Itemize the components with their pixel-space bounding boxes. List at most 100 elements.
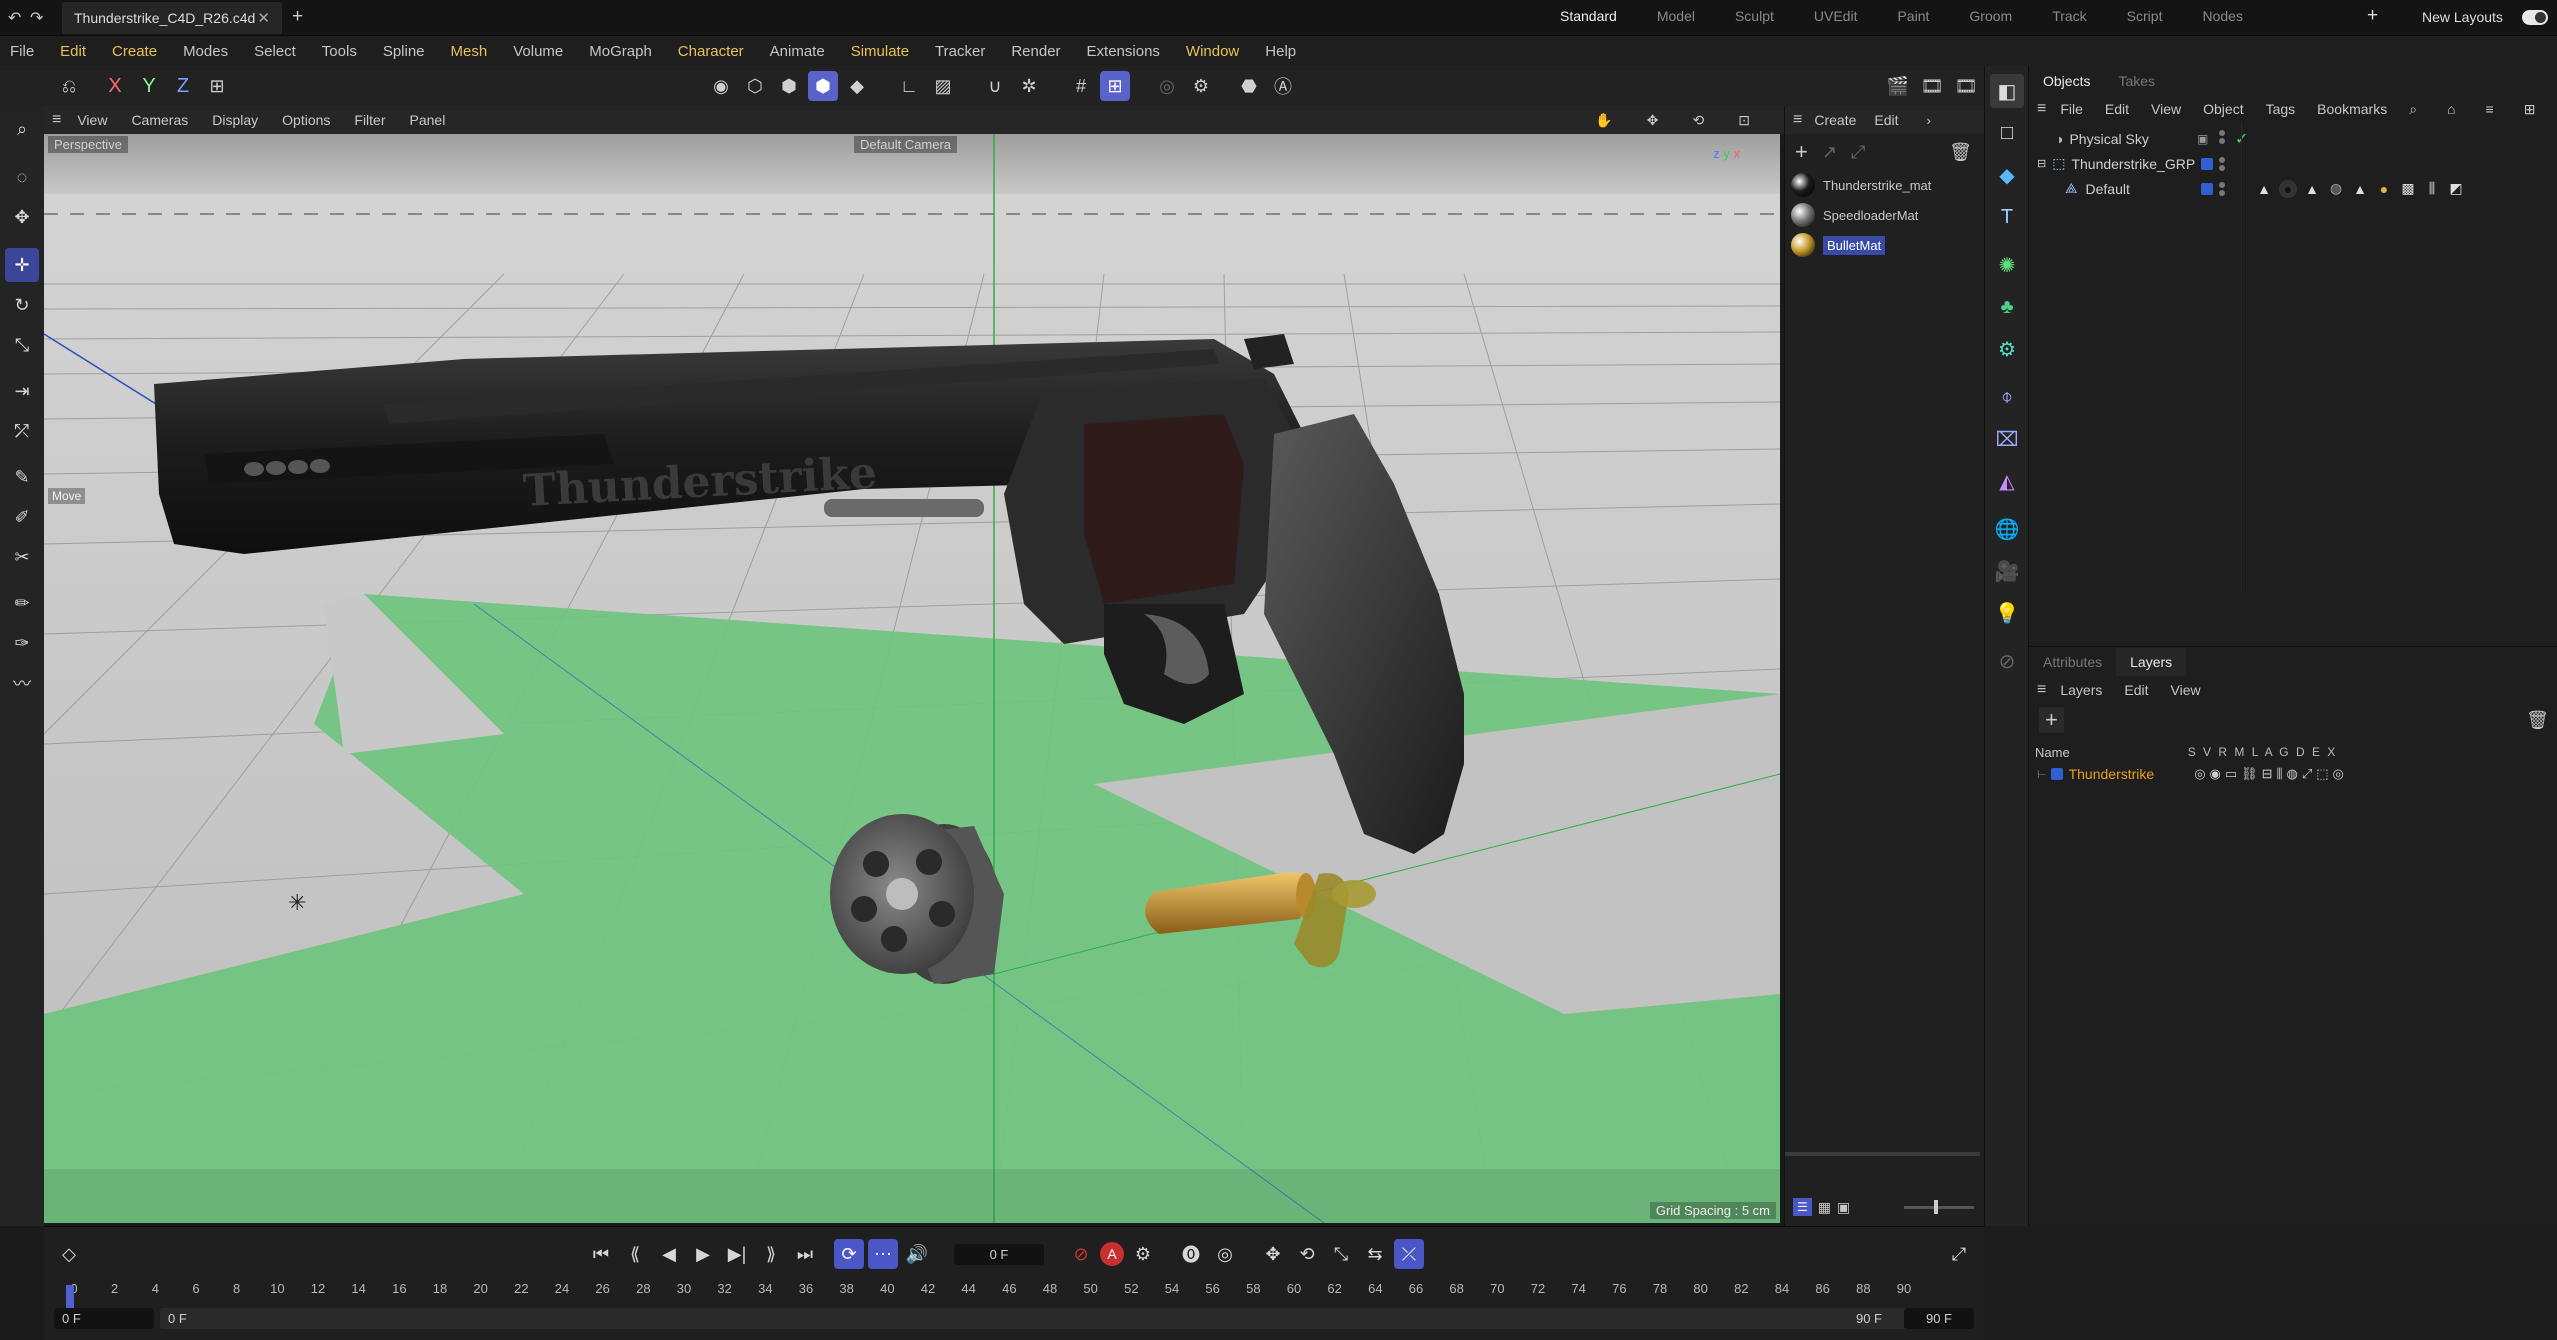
phong-tag-icon[interactable]: ▲ [2255, 180, 2273, 198]
mograph-fields-icon[interactable]: ♣ [1990, 290, 2024, 324]
rotate-tool-icon[interactable]: ↻ [5, 288, 39, 322]
menu-modes[interactable]: Modes [183, 43, 228, 60]
new-window-icon[interactable]: ⊞ [2524, 101, 2536, 118]
object-menu-file[interactable]: File [2060, 101, 2083, 117]
layer-row[interactable]: ⊢ Thunderstrike ◎◉▭⛓⊟⫼◍⤢⬚◎ [2029, 763, 2557, 785]
axis-x-button[interactable]: X [100, 71, 130, 101]
filter-icon[interactable]: ≡ [2486, 101, 2494, 117]
tab-takes[interactable]: Takes [2104, 67, 2169, 95]
layout-tab-paint[interactable]: Paint [1897, 8, 1929, 24]
menu-help[interactable]: Help [1265, 43, 1296, 60]
material-item[interactable]: Thunderstrike_mat [1785, 170, 1984, 200]
new-tab-button[interactable]: + [292, 6, 303, 28]
pan-view-icon[interactable]: ✋ [1595, 112, 1612, 129]
layer-flag-icons[interactable]: ◎◉▭⛓⊟⫼◍⤢⬚◎ [2194, 766, 2348, 782]
layout-tab-script[interactable]: Script [2127, 8, 2163, 24]
preview-range-bar[interactable]: 0 F 90 F [160, 1307, 1930, 1329]
polygon-selection-tag-icon[interactable]: ◩ [2447, 180, 2465, 198]
home-icon[interactable]: ⌂ [2447, 101, 2455, 117]
viewport-menu-panel[interactable]: Panel [410, 112, 446, 128]
null-object-icon[interactable]: □ [1990, 116, 2024, 150]
layer-menu-layers[interactable]: Layers [2060, 682, 2102, 698]
layout-tab-model[interactable]: Model [1657, 8, 1695, 24]
menu-select[interactable]: Select [254, 43, 296, 60]
material-item[interactable]: SpeedloaderMat [1785, 200, 1984, 230]
current-frame-field[interactable]: 0 F [954, 1243, 1044, 1265]
layer-toggle-icon[interactable]: ▣ [2197, 132, 2208, 146]
layer-menu-edit[interactable]: Edit [2124, 682, 2148, 698]
parameter-key-icon[interactable]: ⇆ [1360, 1239, 1390, 1269]
layer-color-swatch[interactable] [2201, 182, 2213, 195]
camera-object-icon[interactable]: 🎥 [1990, 554, 2024, 588]
layout-tab-groom[interactable]: Groom [1969, 8, 2012, 24]
menu-mesh[interactable]: Mesh [451, 43, 488, 60]
spline-object-icon[interactable]: ⌧ [1990, 422, 2024, 456]
viewport-menu-cameras[interactable]: Cameras [131, 112, 188, 128]
grid-view-icon[interactable]: ▦ [1818, 1199, 1831, 1216]
object-menu-icon[interactable]: ≡ [2037, 100, 2046, 118]
object-menu-object[interactable]: Object [2203, 101, 2243, 117]
redo-icon[interactable]: ↷ [30, 8, 43, 28]
grid-icon[interactable]: # [1066, 71, 1096, 101]
phong-tag-icon[interactable]: ▲ [2303, 180, 2321, 198]
object-row[interactable]: ◑ Physical Sky ▣ ✓ [2029, 126, 2557, 151]
material-tag-icon[interactable]: ◍ [2327, 180, 2345, 198]
delete-layer-icon[interactable]: 🗑 [2526, 710, 2549, 731]
snap-transform-icon[interactable]: ⤱ [5, 414, 39, 448]
material-menu-create[interactable]: Create [1814, 112, 1856, 128]
magnet-snap-icon[interactable]: ∪ [980, 71, 1010, 101]
new-layouts-button[interactable]: New Layouts [2422, 9, 2503, 25]
scale-key-icon[interactable]: ⤡ [1326, 1239, 1356, 1269]
viewport-perspective-label[interactable]: Perspective [48, 136, 128, 153]
expand-toggle-icon[interactable]: ⊟ [2037, 157, 2046, 170]
gear-icon[interactable]: ⚙ [1186, 71, 1216, 101]
paint-icon[interactable]: 〰 [5, 666, 39, 700]
3d-viewport[interactable]: Thunderstrike ✳ Perspective Default Came… [44, 134, 1780, 1223]
viewport-menu-view[interactable]: View [77, 112, 107, 128]
viewport-menu-icon[interactable]: ≡ [52, 111, 61, 129]
coordinate-system-icon[interactable]: ⊞ [202, 71, 232, 101]
record-disabled-icon[interactable]: ⊘ [1066, 1239, 1096, 1269]
close-tab-icon[interactable]: ✕ [257, 9, 270, 27]
chevron-right-icon[interactable]: › [1927, 113, 1931, 128]
workplane-icon[interactable]: ▨ [928, 71, 958, 101]
cube-primitive-icon[interactable]: ◆ [1990, 158, 2024, 192]
key-mode-icon[interactable]: ⓿ [1176, 1239, 1206, 1269]
viewport-menu-filter[interactable]: Filter [354, 112, 385, 128]
add-layout-button[interactable]: + [2367, 5, 2378, 27]
light-object-icon[interactable]: 💡 [1990, 596, 2024, 630]
cloner-icon[interactable]: ✺ [1990, 248, 2024, 282]
tab-layers[interactable]: Layers [2116, 648, 2187, 676]
layout-tab-uvedit[interactable]: UVEdit [1814, 8, 1858, 24]
sculpt-brush-icon[interactable]: ✑ [5, 626, 39, 660]
brush-icon[interactable]: ✏ [5, 586, 39, 620]
material-link-icon[interactable]: ⤢ [1851, 142, 1865, 163]
material-arrow-icon[interactable]: ↗ [1822, 142, 1837, 163]
add-layer-button[interactable]: + [2039, 707, 2064, 733]
menu-window[interactable]: Window [1186, 43, 1239, 60]
viewport-menu-options[interactable]: Options [282, 112, 330, 128]
document-tab[interactable]: Thunderstrike_C4D_R26.c4d ✕ [62, 2, 282, 34]
phong-tag-icon[interactable]: ▲ [2351, 180, 2369, 198]
axis-mode-icon[interactable]: ∟ [894, 71, 924, 101]
undo-toolbar-icon[interactable]: ⎌ [54, 71, 84, 101]
object-menu-bookmarks[interactable]: Bookmarks [2317, 101, 2387, 117]
material-tag-icon[interactable]: ● [2279, 179, 2297, 198]
position-key-icon[interactable]: ✥ [1258, 1239, 1288, 1269]
object-menu-view[interactable]: View [2151, 101, 2181, 117]
autokey-icon[interactable]: A [1100, 1242, 1124, 1266]
material-zoom-slider[interactable] [1904, 1199, 1975, 1214]
tab-attributes[interactable]: Attributes [2029, 648, 2116, 676]
render-picture-viewer-icon[interactable]: 🎞 [1917, 71, 1947, 101]
visibility-dots[interactable] [2219, 156, 2225, 171]
layout-tab-track[interactable]: Track [2052, 8, 2086, 24]
polygons-mode-icon[interactable]: ⬢ [774, 71, 804, 101]
menu-extensions[interactable]: Extensions [1087, 43, 1160, 60]
material-menu-edit[interactable]: Edit [1874, 112, 1898, 128]
search-icon[interactable]: ⌕ [5, 112, 39, 146]
next-key-icon[interactable]: ⟫ [756, 1239, 786, 1269]
snap-settings-icon[interactable]: ✲ [1014, 71, 1044, 101]
menu-mograph[interactable]: MoGraph [589, 43, 652, 60]
viewport-menu-display[interactable]: Display [212, 112, 258, 128]
end-frame-field[interactable]: 90 F [1904, 1307, 1974, 1329]
